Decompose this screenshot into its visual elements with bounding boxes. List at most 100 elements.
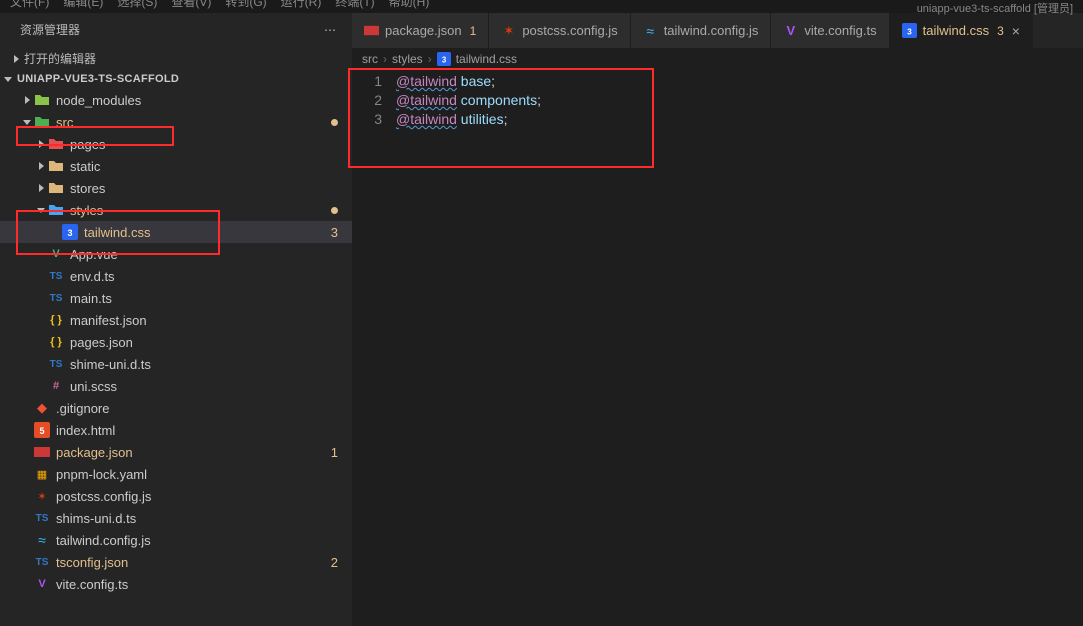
tree-label: pages.json <box>70 335 338 350</box>
tab-label: tailwind.css <box>923 23 989 38</box>
folder-row[interactable]: node_modules <box>0 89 352 111</box>
menu-item[interactable]: 帮助(H) <box>389 0 430 10</box>
modified-badge: 3 <box>331 225 338 240</box>
editor-tab[interactable]: Vvite.config.ts <box>771 13 889 48</box>
line-number: 2 <box>352 91 382 110</box>
file-row[interactable]: 3 tailwind.css 3 <box>0 221 352 243</box>
folder-row[interactable]: stores <box>0 177 352 199</box>
menu-item[interactable]: 终端(T) <box>335 0 374 10</box>
menu-item[interactable]: 转到(G) <box>225 0 266 10</box>
svg-text:3: 3 <box>442 56 447 65</box>
code-line[interactable]: @tailwind utilities; <box>396 110 1083 129</box>
npm-file-icon <box>364 23 379 38</box>
ts-icon: TS <box>48 268 64 284</box>
file-row[interactable]: ▦pnpm-lock.yaml <box>0 463 352 485</box>
close-icon[interactable]: × <box>1012 23 1020 39</box>
code-line[interactable]: @tailwind components; <box>396 91 1083 110</box>
menu-item[interactable]: 运行(R) <box>281 0 322 10</box>
file-row[interactable]: ◆.gitignore <box>0 397 352 419</box>
code-editor[interactable]: 123 @tailwind base;@tailwind components;… <box>352 70 1083 626</box>
tab-label: postcss.config.js <box>522 23 617 38</box>
chevron-down-icon <box>23 120 31 125</box>
css-icon: 3 <box>902 23 917 38</box>
postcss-icon: ✶ <box>501 23 516 38</box>
file-row[interactable]: VApp.vue <box>0 243 352 265</box>
tree-label: main.ts <box>70 291 338 306</box>
tree-label: tailwind.config.js <box>56 533 338 548</box>
file-row[interactable]: TSenv.d.ts <box>0 265 352 287</box>
tree-label: App.vue <box>70 247 338 262</box>
sidebar: 资源管理器 ⋯ 打开的编辑器 UNIAPP-VUE3-TS-SCAFFOLD n… <box>0 13 352 626</box>
menu-item[interactable]: 编辑(E) <box>63 0 103 10</box>
file-row[interactable]: { }pages.json <box>0 331 352 353</box>
folder-row[interactable]: src <box>0 111 352 133</box>
file-row[interactable]: TSshims-uni.d.ts <box>0 507 352 529</box>
css-icon: 3 <box>437 52 451 66</box>
chevron-down-icon <box>37 208 45 213</box>
breadcrumbs[interactable]: src›styles›3tailwind.css <box>352 48 1083 70</box>
tree-label: manifest.json <box>70 313 338 328</box>
tree-label: tailwind.css <box>84 225 327 240</box>
breadcrumb-sep: › <box>383 52 387 66</box>
file-row[interactable]: TSshime-uni.d.ts <box>0 353 352 375</box>
css-icon: 3 <box>62 224 78 240</box>
editor-tab[interactable]: package.json 1 <box>352 13 489 48</box>
tree-label: postcss.config.js <box>56 489 338 504</box>
project-name: UNIAPP-VUE3-TS-SCAFFOLD <box>17 73 179 85</box>
tree-label: src <box>56 115 327 130</box>
file-row[interactable]: package.json 1 <box>0 441 352 463</box>
svg-text:3: 3 <box>907 26 912 36</box>
json-icon: { } <box>48 312 64 328</box>
breadcrumb-segment[interactable]: styles <box>392 52 423 66</box>
file-row[interactable]: TStsconfig.json2 <box>0 551 352 573</box>
editor-tab[interactable]: ≈tailwind.config.js <box>631 13 772 48</box>
chevron-right-icon <box>39 140 44 148</box>
folder-red-icon <box>48 136 64 152</box>
modified-badge: 1 <box>331 445 338 460</box>
explorer-title: 资源管理器 <box>20 21 80 38</box>
tab-label: package.json <box>385 23 462 38</box>
chevron-right-icon <box>25 96 30 104</box>
tree-label: uni.scss <box>70 379 338 394</box>
pnpm-icon: ▦ <box>34 466 50 482</box>
npm-icon <box>34 92 50 108</box>
line-gutter: 123 <box>352 72 396 626</box>
file-row[interactable]: TSmain.ts <box>0 287 352 309</box>
breadcrumb-segment[interactable]: src <box>362 52 378 66</box>
file-row[interactable]: # uni.scss <box>0 375 352 397</box>
editor-tab[interactable]: ✶ postcss.config.js <box>489 13 630 48</box>
ts-icon: TS <box>34 510 50 526</box>
code-line[interactable]: @tailwind base; <box>396 72 1083 91</box>
tab-badge: 1 <box>470 24 477 38</box>
line-number: 1 <box>352 72 382 91</box>
file-row[interactable]: Vvite.config.ts <box>0 573 352 595</box>
menu-item[interactable]: 选择(S) <box>117 0 157 10</box>
scss-icon: # <box>48 378 64 394</box>
explorer-more-icon[interactable]: ⋯ <box>324 23 338 37</box>
file-row[interactable]: ≈tailwind.config.js <box>0 529 352 551</box>
chevron-right-icon <box>39 162 44 170</box>
folder-row[interactable]: static <box>0 155 352 177</box>
file-row[interactable]: ✶postcss.config.js <box>0 485 352 507</box>
vite-icon: V <box>783 23 798 38</box>
file-row[interactable]: 5index.html <box>0 419 352 441</box>
tree-label: stores <box>70 181 338 196</box>
editor-tabs: package.json 1 ✶ postcss.config.js ≈tailwind… <box>352 13 1083 48</box>
punctuation: ; <box>491 73 495 89</box>
breadcrumb-segment[interactable]: tailwind.css <box>456 52 517 66</box>
code-lines[interactable]: @tailwind base;@tailwind components;@tai… <box>396 72 1083 626</box>
svg-text:5: 5 <box>39 426 44 436</box>
folder-y-icon <box>48 158 64 174</box>
project-header[interactable]: UNIAPP-VUE3-TS-SCAFFOLD <box>0 71 352 89</box>
tree-label: package.json <box>56 445 327 460</box>
tree-label: .gitignore <box>56 401 338 416</box>
tsconfig-icon: TS <box>34 554 50 570</box>
menu-item[interactable]: 查看(V) <box>171 0 211 10</box>
tab-badge: 3 <box>997 24 1004 38</box>
open-editors-section[interactable]: 打开的编辑器 <box>0 46 352 71</box>
file-row[interactable]: { } manifest.json <box>0 309 352 331</box>
folder-row[interactable]: styles <box>0 199 352 221</box>
menu-item[interactable]: 文件(F) <box>10 0 49 10</box>
editor-tab[interactable]: 3 tailwind.css 3 × <box>890 13 1033 48</box>
folder-row[interactable]: pages <box>0 133 352 155</box>
